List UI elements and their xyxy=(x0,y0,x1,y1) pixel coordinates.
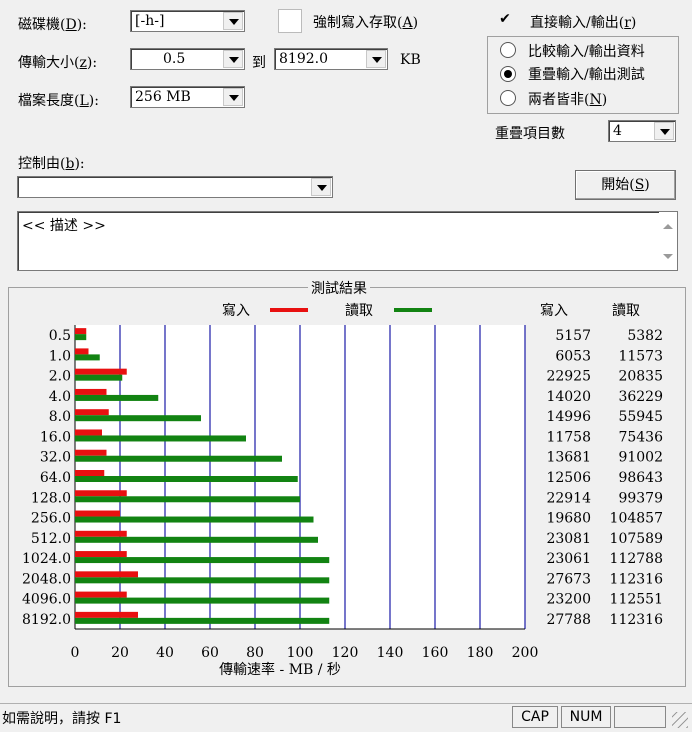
status-cap: CAP xyxy=(512,706,558,728)
table-write-value: 12506 xyxy=(546,470,591,486)
y-tick-label: 32.0 xyxy=(40,450,71,466)
bar-read xyxy=(75,354,100,361)
bar-read xyxy=(75,476,298,482)
y-tick-label: 8.0 xyxy=(49,409,71,425)
bar-read xyxy=(75,557,330,564)
table-read-value: 112316 xyxy=(610,571,664,587)
y-tick-label: 2048.0 xyxy=(22,571,71,587)
table-read-value: 20835 xyxy=(618,369,663,385)
y-tick-label: 4.0 xyxy=(49,389,71,405)
x-tick-label: 20 xyxy=(111,645,129,661)
x-tick-label: 40 xyxy=(156,645,174,661)
y-tick-label: 4096.0 xyxy=(22,592,71,608)
x-tick-label: 200 xyxy=(512,645,539,661)
table-read-value: 112788 xyxy=(610,551,663,567)
y-tick-label: 16.0 xyxy=(40,429,71,445)
bar-read xyxy=(75,536,318,543)
bar-read xyxy=(75,374,123,381)
y-tick-label: 512.0 xyxy=(31,531,71,547)
bar-write xyxy=(75,510,120,517)
table-write-value: 11758 xyxy=(546,429,591,445)
table-write-value: 14020 xyxy=(546,389,591,405)
table-write-value: 27673 xyxy=(546,571,591,587)
bar-read xyxy=(75,334,87,341)
y-tick-label: 0.5 xyxy=(49,328,71,344)
bar-read xyxy=(75,597,330,604)
bar-write xyxy=(75,551,127,558)
table-write-value: 23200 xyxy=(546,592,591,608)
x-tick-label: 0 xyxy=(71,645,80,661)
resize-grip-icon[interactable] xyxy=(672,712,688,728)
table-write-value: 23081 xyxy=(546,531,591,547)
bar-write xyxy=(75,591,127,598)
table-read-value: 75436 xyxy=(618,429,663,445)
bar-write xyxy=(75,611,138,618)
table-write-value: 19680 xyxy=(546,511,591,527)
x-tick-label: 180 xyxy=(467,645,494,661)
bar-read xyxy=(75,455,282,462)
bar-write xyxy=(75,388,107,395)
transfer-rate-chart: 0.5 5157 5382 1.0 6053 11573 2.0 22925 20835 4.0 1… xyxy=(22,325,664,678)
table-read-value: 112316 xyxy=(610,612,664,628)
table-read-value: 91002 xyxy=(618,450,663,466)
table-read-value: 55945 xyxy=(618,409,663,425)
bar-read xyxy=(75,435,246,442)
table-read-value: 11573 xyxy=(618,348,663,364)
x-axis-label: 傳輸速率 - MB / 秒 xyxy=(219,661,341,678)
bar-write xyxy=(75,490,127,497)
y-tick-label: 256.0 xyxy=(31,511,71,527)
table-read-value: 5382 xyxy=(627,328,663,344)
y-tick-label: 8192.0 xyxy=(22,612,71,628)
status-help-text: 如需說明，請按 F1 xyxy=(2,711,122,727)
table-write-value: 22914 xyxy=(546,490,591,506)
bar-read xyxy=(75,496,300,503)
y-tick-label: 1.0 xyxy=(49,348,71,364)
bar-write xyxy=(75,409,109,416)
bar-write xyxy=(75,328,87,335)
table-read-value: 98643 xyxy=(618,470,663,486)
x-tick-label: 120 xyxy=(332,645,359,661)
bar-read xyxy=(75,617,330,624)
bar-write xyxy=(75,571,138,578)
x-tick-label: 140 xyxy=(377,645,404,661)
bar-write xyxy=(75,348,89,355)
x-tick-label: 80 xyxy=(246,645,264,661)
bar-read xyxy=(75,415,201,422)
x-tick-label: 60 xyxy=(201,645,219,661)
x-tick-label: 100 xyxy=(287,645,314,661)
table-write-value: 23061 xyxy=(546,551,591,567)
bar-write xyxy=(75,470,105,476)
table-write-value: 13681 xyxy=(546,450,591,466)
y-tick-label: 2.0 xyxy=(49,369,71,385)
table-read-value: 107589 xyxy=(610,531,663,547)
table-write-value: 27788 xyxy=(546,612,591,628)
table-write-value: 6053 xyxy=(555,348,591,364)
x-tick-label: 160 xyxy=(422,645,449,661)
table-write-value: 22925 xyxy=(546,369,591,385)
bar-read xyxy=(75,516,314,523)
status-divider xyxy=(0,703,692,704)
status-blank xyxy=(614,706,666,728)
status-num: NUM xyxy=(561,706,611,728)
y-tick-label: 128.0 xyxy=(31,490,71,506)
table-write-value: 14996 xyxy=(546,409,591,425)
bar-write xyxy=(75,530,127,537)
table-write-value: 5157 xyxy=(555,328,591,344)
table-read-value: 99379 xyxy=(618,490,663,506)
table-read-value: 112551 xyxy=(610,592,663,608)
bar-write xyxy=(75,449,107,456)
bar-read xyxy=(75,394,159,401)
table-read-value: 36229 xyxy=(618,389,663,405)
y-tick-label: 64.0 xyxy=(40,470,71,486)
table-read-value: 104857 xyxy=(610,511,663,527)
bar-read xyxy=(75,577,330,584)
y-tick-label: 1024.0 xyxy=(22,551,71,567)
bar-write xyxy=(75,368,127,375)
bar-write xyxy=(75,429,102,436)
